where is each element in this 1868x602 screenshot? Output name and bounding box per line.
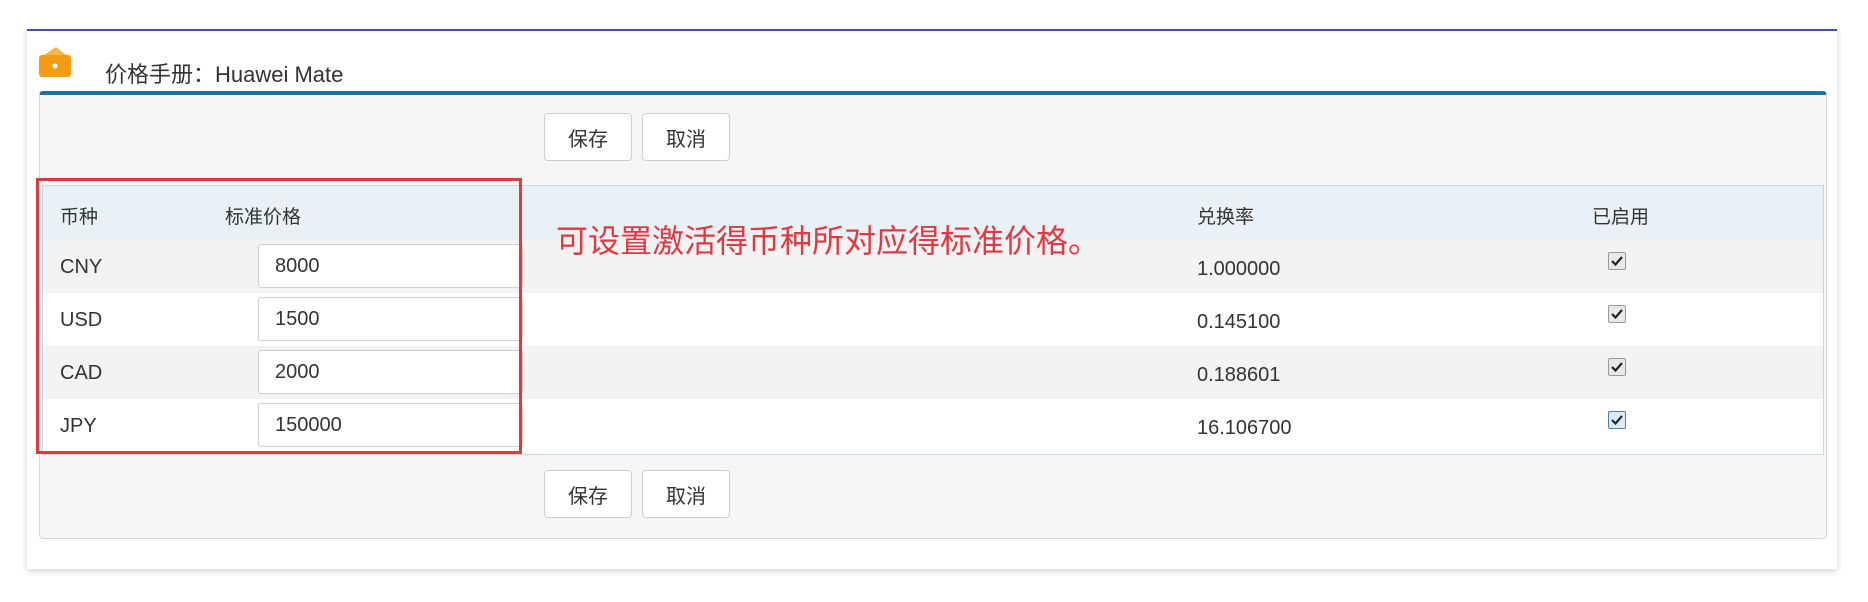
enabled-checkbox[interactable] [1608,305,1626,323]
column-header-price: 标准价格 [225,206,302,228]
checkmark-icon [1611,309,1623,320]
toolbar-top: 保存 取消 [40,113,1826,163]
checkmark-icon [1611,415,1623,426]
page-title: 价格手册：Huawei Mate [105,62,344,87]
enabled-checkbox[interactable] [1608,411,1626,429]
standard-price-input[interactable] [258,297,523,341]
card-header: 价格手册：Huawei Mate [27,31,1837,89]
toolbar-bottom: 保存 取消 [40,470,1826,520]
column-header-enabled: 已启用 [1592,206,1650,228]
currency-code: CAD [60,362,103,384]
currency-code: CNY [60,256,103,278]
annotation-text: 可设置激活得币种所对应得标准价格。 [556,222,1101,260]
column-header-rate: 兑换率 [1197,206,1255,228]
table-row: CAD 0.188601 [43,346,1823,399]
table-row: USD 0.145100 [43,293,1823,346]
save-button[interactable]: 保存 [544,470,632,518]
wallet-icon [39,47,71,77]
standard-price-input[interactable] [258,244,523,288]
exchange-rate: 0.188601 [1197,364,1281,386]
checkmark-icon [1611,362,1623,373]
column-header-currency: 币种 [60,206,99,228]
cancel-button[interactable]: 取消 [642,470,730,518]
currency-code: JPY [60,415,97,437]
currency-code: USD [60,309,103,331]
table-row: JPY 16.106700 [43,399,1823,452]
price-book-card: 价格手册：Huawei Mate 保存 取消 币种 标准价格 兑换率 已启用 C… [27,29,1837,569]
exchange-rate: 0.145100 [1197,311,1281,333]
exchange-rate: 16.106700 [1197,417,1292,439]
enabled-checkbox[interactable] [1608,252,1626,270]
enabled-checkbox[interactable] [1608,358,1626,376]
standard-price-input[interactable] [258,403,523,447]
save-button[interactable]: 保存 [544,113,632,161]
price-panel: 保存 取消 币种 标准价格 兑换率 已启用 CNY 1.000000 USD [39,91,1827,539]
cancel-button[interactable]: 取消 [642,113,730,161]
checkmark-icon [1611,256,1623,267]
standard-price-input[interactable] [258,350,523,394]
exchange-rate: 1.000000 [1197,258,1281,280]
